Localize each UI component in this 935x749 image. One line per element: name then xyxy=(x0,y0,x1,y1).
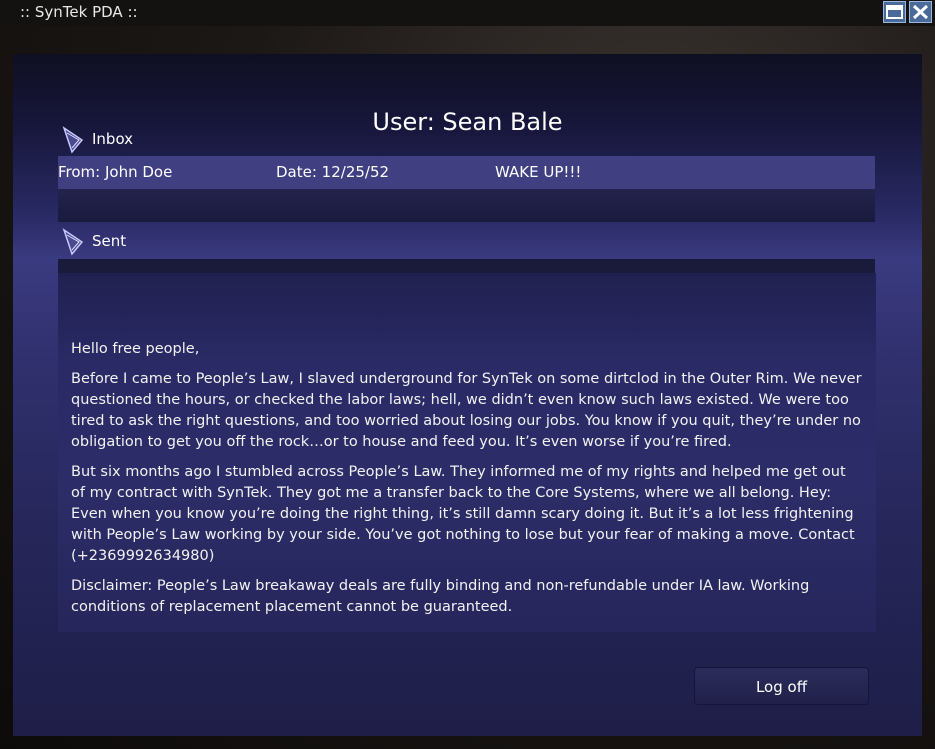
sent-list xyxy=(58,259,875,273)
folder-inbox[interactable]: Inbox xyxy=(62,124,133,154)
close-icon xyxy=(912,4,929,20)
message-from: From: John Doe xyxy=(58,163,173,181)
folder-sent[interactable]: Sent xyxy=(62,226,126,256)
close-button[interactable] xyxy=(909,1,932,23)
message-paragraph: Before I came to People’s Law, I slaved … xyxy=(71,371,862,450)
message-paragraph: Disclaimer: People’s Law breakaway deals… xyxy=(71,578,810,615)
window-title: :: SynTek PDA :: xyxy=(20,3,138,21)
restore-icon xyxy=(886,5,903,19)
message-date: Date: 12/25/52 xyxy=(276,163,390,181)
message-body: Hello free people, Before I came to Peop… xyxy=(58,273,876,632)
logoff-button[interactable]: Log off xyxy=(694,667,869,705)
message-paragraph: But six months ago I stumbled across Peo… xyxy=(71,464,855,564)
user-title: User: Sean Bale xyxy=(372,108,563,136)
folder-arrow-icon xyxy=(62,228,84,256)
folder-sent-label: Sent xyxy=(92,232,127,250)
folder-inbox-label: Inbox xyxy=(92,130,134,148)
title-bar: :: SynTek PDA :: xyxy=(0,0,935,26)
restore-button[interactable] xyxy=(883,1,906,23)
message-row[interactable]: From: John Doe Date: 12/25/52 WAKE UP!!! xyxy=(58,156,875,189)
folder-arrow-icon xyxy=(62,126,84,154)
inbox-empty-row xyxy=(58,189,875,222)
message-paragraph: Hello free people, xyxy=(71,341,200,357)
message-subject: WAKE UP!!! xyxy=(495,163,582,181)
